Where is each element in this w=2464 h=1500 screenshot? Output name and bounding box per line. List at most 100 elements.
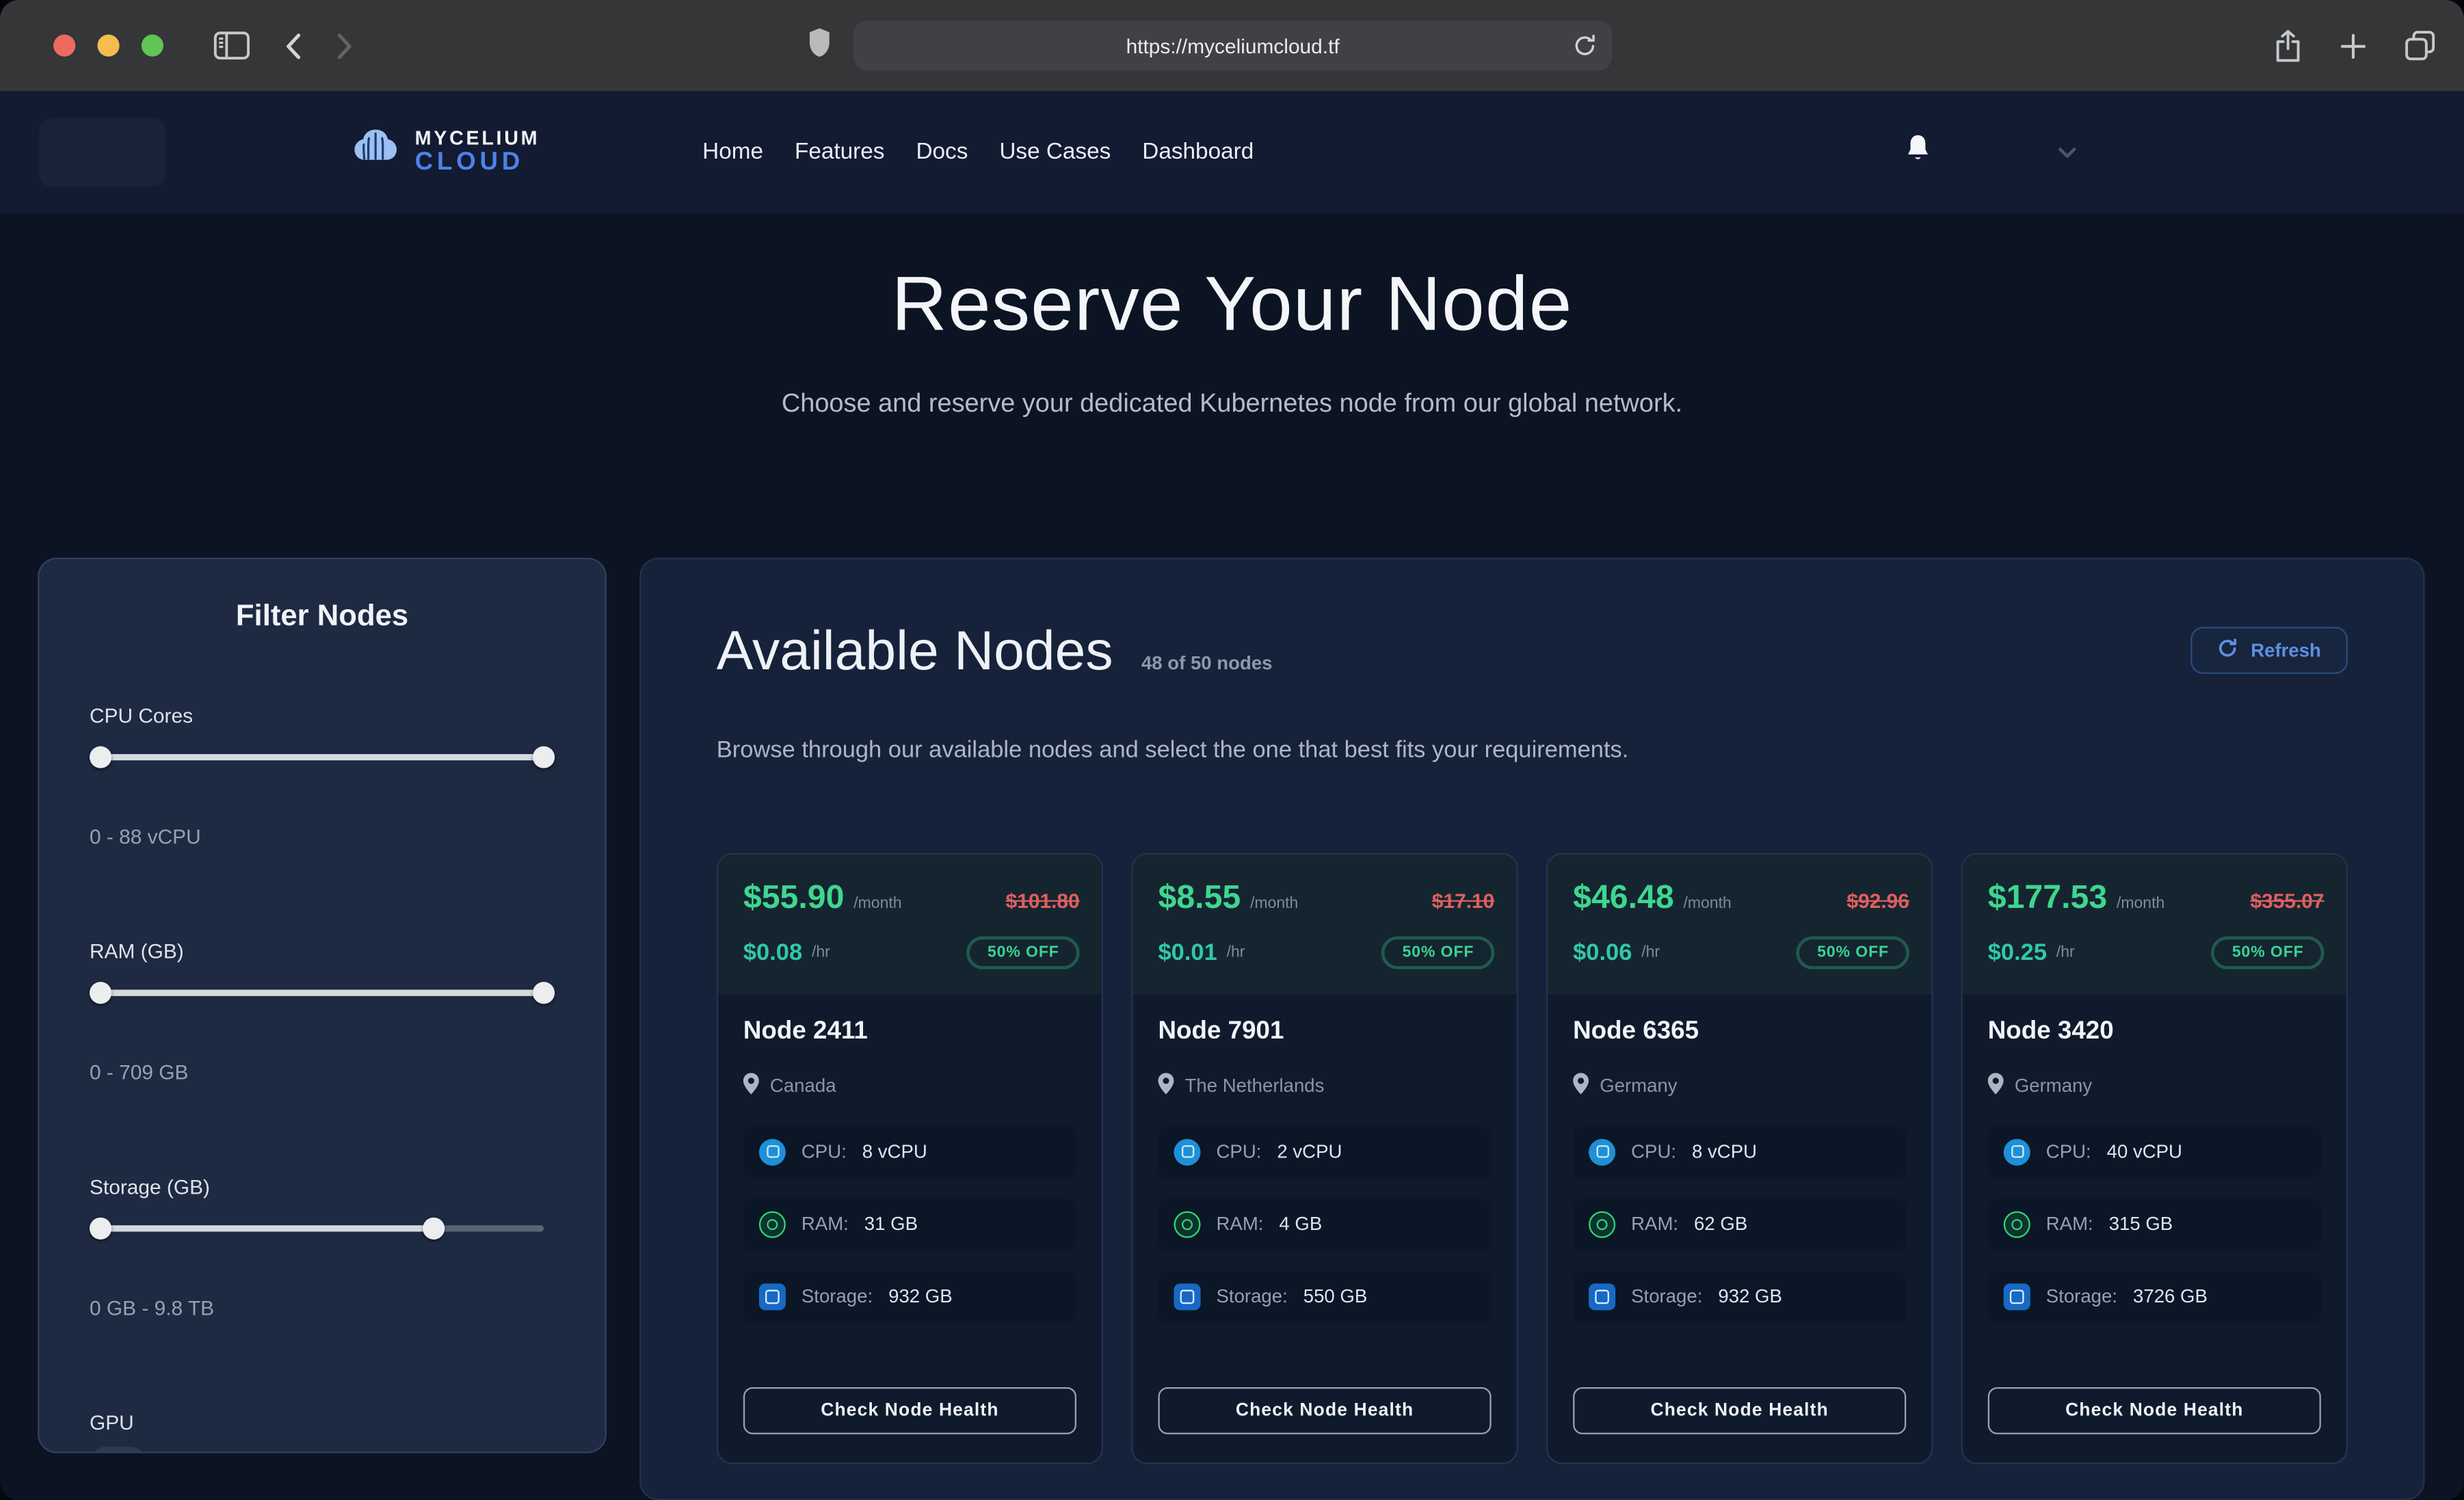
discount-badge: 50% OFF [967,935,1080,968]
storage-range-text: 0 GB - 9.8 TB [90,1296,555,1320]
navbar-placeholder-box [39,118,165,187]
hourly-unit: /hr [2056,943,2075,961]
close-window-button[interactable] [53,35,75,57]
hourly-unit: /hr [812,943,830,961]
cpu-spec-label: CPU: [802,1140,847,1162]
nav-link-docs[interactable]: Docs [916,140,968,165]
check-node-health-button[interactable]: Check Node Health [743,1387,1076,1434]
node-name: Node 7901 [1158,1017,1492,1045]
brain-cloud-logo-icon [349,126,402,179]
notifications-bell-icon[interactable] [1905,133,1931,171]
node-card[interactable]: $177.53 /month $355.07 $0.25 /hr 50% OFF… [1961,853,2348,1464]
node-card[interactable]: $46.48 /month $92.96 $0.06 /hr 50% OFF N… [1546,853,1933,1464]
page-subtitle: Choose and reserve your dedicated Kubern… [0,390,2464,420]
storage-icon [759,1283,786,1309]
node-card[interactable]: $55.90 /month $101.80 $0.08 /hr 50% OFF … [717,853,1103,1464]
cpu-spec-row: CPU: 8 vCPU [743,1125,1076,1177]
tab-overview-icon[interactable] [2405,30,2436,62]
location-pin-icon [743,1072,759,1099]
storage-min-handle[interactable] [90,1218,111,1240]
ram-label: RAM (GB) [90,939,555,963]
slider-range [101,1225,433,1231]
monthly-unit: /month [853,895,901,912]
slider-range [101,754,544,760]
storage-label: Storage (GB) [90,1175,555,1198]
monthly-unit: /month [1684,895,1732,912]
sidebar-toggle-icon[interactable] [214,31,250,59]
monthly-price: $8.55 [1158,879,1241,917]
ram-range-text: 0 - 709 GB [90,1060,555,1084]
ram-spec-row: RAM: 4 GB [1158,1198,1492,1250]
share-icon[interactable] [2274,29,2302,62]
ram-slider[interactable] [90,982,555,1004]
storage-spec-value: 932 GB [1718,1285,1782,1307]
original-price-strikethrough: $92.96 [1846,888,1909,911]
check-node-health-button[interactable]: Check Node Health [1573,1387,1906,1434]
discount-badge: 50% OFF [2212,935,2324,968]
nav-link-home[interactable]: Home [702,140,763,165]
gpu-toggle[interactable] [90,1447,146,1453]
node-name: Node 2411 [743,1017,1076,1045]
nav-link-features[interactable]: Features [795,140,885,165]
original-price-strikethrough: $101.80 [1006,888,1080,911]
ram-max-handle[interactable] [533,982,555,1004]
zoom-window-button[interactable] [142,35,163,57]
filter-ram: RAM (GB) 0 - 709 GB [90,939,555,1084]
hourly-price: $0.08 [743,939,802,965]
check-node-health-button[interactable]: Check Node Health [1158,1387,1492,1434]
refresh-button[interactable]: Refresh [2191,626,2348,673]
ram-spec-label: RAM: [1631,1213,1678,1235]
cpu-spec-row: CPU: 40 vCPU [1988,1125,2321,1177]
cpu-spec-value: 8 vCPU [862,1140,927,1162]
back-button-icon[interactable] [284,32,302,59]
page-title: Reserve Your Node [0,260,2464,349]
slider-range [101,990,544,996]
browser-window: https://myceliumcloud.tf [0,0,2464,1500]
nav-link-dashboard[interactable]: Dashboard [1142,140,1254,165]
ram-min-handle[interactable] [90,982,111,1004]
original-price-strikethrough: $355.07 [2250,888,2324,911]
site-navbar: MYCELIUM CLOUD Home Features Docs Use Ca… [0,91,2464,213]
storage-spec-label: Storage: [1217,1285,1288,1307]
ram-spec-row: RAM: 315 GB [1988,1198,2321,1250]
cpu-spec-value: 2 vCPU [1277,1140,1342,1162]
cpu-min-handle[interactable] [90,746,111,768]
filter-storage: Storage (GB) 0 GB - 9.8 TB [90,1175,555,1320]
hourly-price: $0.25 [1988,939,2047,965]
storage-icon [1174,1283,1200,1309]
node-location: Canada [770,1075,836,1097]
storage-spec-label: Storage: [2046,1285,2117,1307]
cpu-max-handle[interactable] [533,746,555,768]
storage-max-handle[interactable] [422,1218,444,1240]
cpu-cores-label: CPU Cores [90,704,555,727]
monthly-price: $46.48 [1573,879,1674,917]
main-nav: Home Features Docs Use Cases Dashboard [702,140,1254,165]
new-tab-icon[interactable] [2340,32,2366,59]
cpu-cores-range-text: 0 - 88 vCPU [90,825,555,848]
nav-link-use-cases[interactable]: Use Cases [999,140,1111,165]
address-bar[interactable]: https://myceliumcloud.tf [853,21,1613,71]
mycelium-cloud-logo[interactable]: MYCELIUM CLOUD [349,126,540,179]
privacy-shield-icon[interactable] [808,27,831,66]
monthly-price: $55.90 [743,879,845,917]
node-price-header: $55.90 /month $101.80 $0.08 /hr 50% OFF [718,854,1102,995]
monthly-unit: /month [1250,895,1298,912]
node-card[interactable]: $8.55 /month $17.10 $0.01 /hr 50% OFF No… [1131,853,1518,1464]
refresh-button-label: Refresh [2251,639,2321,660]
storage-spec-row: Storage: 932 GB [743,1270,1076,1322]
reload-icon[interactable] [1573,33,1596,66]
available-nodes-subtitle: Browse through our available nodes and s… [717,736,2348,763]
storage-slider[interactable] [90,1218,555,1240]
refresh-icon [2218,637,2238,662]
forward-button-icon[interactable] [336,32,354,59]
browser-toolbar: https://myceliumcloud.tf [0,0,2464,91]
node-price-header: $8.55 /month $17.10 $0.01 /hr 50% OFF [1133,854,1517,995]
storage-spec-label: Storage: [802,1285,873,1307]
cpu-cores-slider[interactable] [90,746,555,768]
ram-icon [1589,1210,1615,1237]
account-chevron-down-icon[interactable] [2058,138,2076,166]
storage-icon [1589,1283,1615,1309]
check-node-health-button[interactable]: Check Node Health [1988,1387,2321,1434]
minimize-window-button[interactable] [97,35,119,57]
gpu-filter-label: GPU [90,1410,555,1434]
